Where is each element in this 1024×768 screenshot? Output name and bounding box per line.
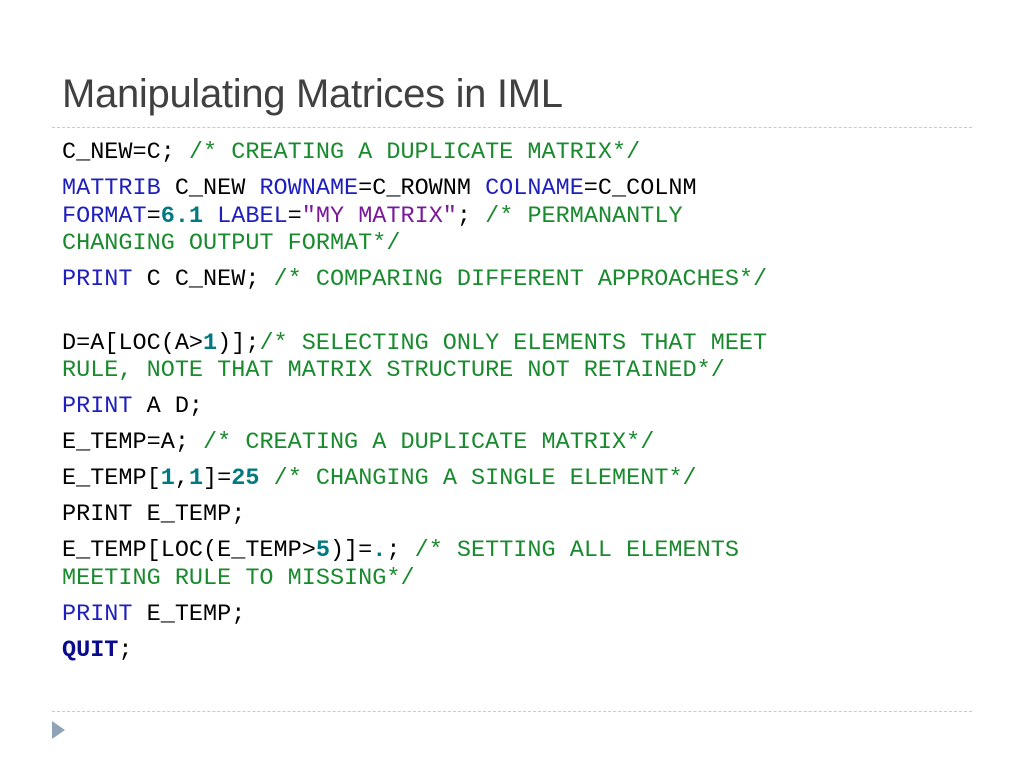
- code-comment: /* CREATING A DUPLICATE MATRIX*/: [188, 139, 641, 166]
- code-line: PRINT E_TEMP;: [62, 501, 962, 529]
- code-text: )]=: [329, 537, 373, 564]
- code-text: ;: [456, 202, 486, 230]
- code-text: =: [287, 202, 302, 230]
- code-text: ,: [174, 465, 189, 492]
- code-text: C_NEW: [160, 175, 260, 202]
- code-line: PRINT E_TEMP;: [62, 601, 962, 629]
- code-keyword: MATTRIB: [62, 175, 161, 202]
- code-number: 1: [203, 329, 218, 357]
- code-number: 5: [315, 537, 330, 564]
- code-text: =C_ROWNM: [358, 175, 486, 202]
- code-text: E_TEMP=A;: [62, 429, 204, 456]
- code-keyword: COLNAME: [485, 175, 584, 202]
- code-keyword: QUIT: [62, 636, 119, 664]
- code-comment: /* CREATING A DUPLICATE MATRIX*/: [203, 429, 655, 456]
- code-line: E_TEMP=A; /* CREATING A DUPLICATE MATRIX…: [62, 429, 962, 457]
- code-text: C_NEW=C;: [62, 139, 189, 166]
- code-keyword: PRINT: [62, 600, 133, 628]
- code-line: E_TEMP[1,1]=25 /* CHANGING A SINGLE ELEM…: [62, 465, 962, 493]
- code-text: E_TEMP[LOC(E_TEMP>: [62, 537, 316, 564]
- code-text: A D;: [132, 393, 204, 420]
- code-line: QUIT;: [62, 637, 962, 665]
- code-keyword: ROWNAME: [259, 175, 359, 202]
- code-line: E_TEMP[LOC(E_TEMP>5)]=.; /* SETTING ALL …: [62, 537, 962, 592]
- code-text: PRINT E_TEMP;: [62, 501, 246, 528]
- code-number: .: [372, 537, 387, 564]
- code-comment: CHANGING OUTPUT FORMAT*/: [62, 230, 401, 257]
- code-comment: /* COMPARING DIFFERENT APPROACHES*/: [273, 266, 768, 293]
- code-keyword: FORMAT: [62, 202, 147, 230]
- code-comment: /* CHANGING A SINGLE ELEMENT*/: [273, 465, 697, 492]
- footer-divider: [52, 711, 972, 712]
- code-text: E_TEMP;: [132, 600, 246, 628]
- code-text: E_TEMP[: [62, 465, 161, 492]
- code-text: =: [146, 202, 161, 230]
- code-line: MATTRIB C_NEW ROWNAME=C_ROWNM COLNAME=C_…: [62, 175, 962, 258]
- code-text: ;: [386, 537, 415, 564]
- code-line: D=A[LOC(A>1)];/* SELECTING ONLY ELEMENTS…: [62, 330, 962, 385]
- code-text: ]=: [203, 465, 232, 492]
- code-keyword: LABEL: [217, 202, 288, 230]
- code-line: PRINT C C_NEW; /* COMPARING DIFFERENT AP…: [62, 266, 962, 294]
- code-number: 1: [160, 465, 175, 492]
- code-comment: /* PERMANANTLY: [485, 202, 683, 230]
- code-block: C_NEW=C; /* CREATING A DUPLICATE MATRIX*…: [62, 139, 962, 673]
- code-text: D=A[LOC(A>: [62, 329, 204, 357]
- slide-title: Manipulating Matrices in IML: [62, 72, 563, 116]
- code-text: ;: [118, 636, 133, 664]
- code-line: PRINT A D;: [62, 393, 962, 421]
- code-text: C C_NEW;: [132, 266, 274, 293]
- code-keyword: PRINT: [62, 393, 133, 420]
- code-line: C_NEW=C; /* CREATING A DUPLICATE MATRIX*…: [62, 139, 962, 167]
- code-string: "MY MATRIX": [301, 202, 457, 230]
- code-number: 1: [188, 465, 204, 492]
- code-text: )];: [217, 329, 260, 357]
- code-text: =C_COLNM: [583, 175, 697, 202]
- title-divider: [52, 127, 972, 128]
- code-keyword: PRINT: [62, 266, 133, 293]
- triangle-right-icon: [52, 721, 65, 739]
- code-number: 25: [231, 465, 260, 492]
- code-number: 6.1: [160, 202, 204, 230]
